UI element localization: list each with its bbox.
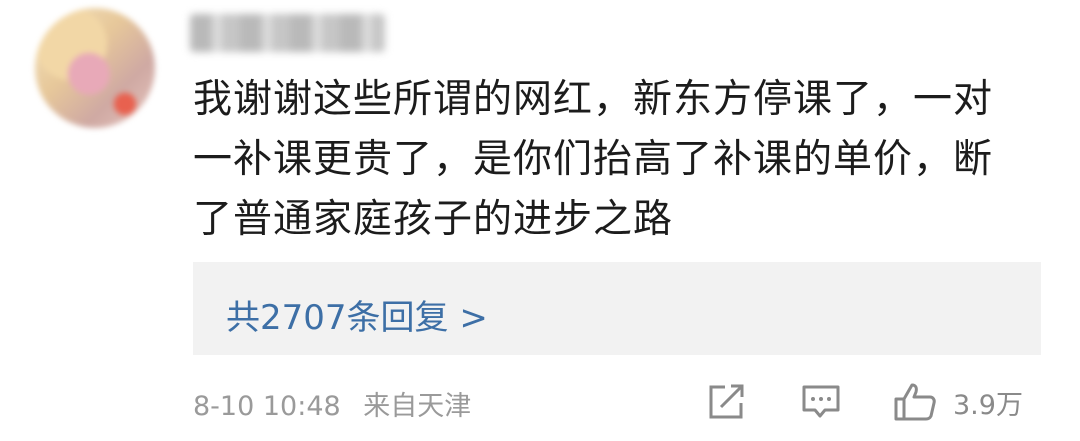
view-replies-link[interactable]: 共2707条回复 > <box>226 290 488 339</box>
like-count: 3.9万 <box>953 389 1023 421</box>
share-icon <box>709 384 744 419</box>
comment-icon <box>802 385 840 418</box>
comment-item: 我谢谢这些所谓的网红，新东方停课了，一对 一补课更贵了，是你们抬高了补课的单价，… <box>0 0 1080 441</box>
comment-text: 我谢谢这些所谓的网红，新东方停课了，一对 一补课更贵了，是你们抬高了补课的单价，… <box>193 70 1053 250</box>
like-button[interactable]: 3.9万 <box>893 382 1023 422</box>
reply-button[interactable] <box>801 382 841 422</box>
comment-date: 8-10 10:48 <box>193 391 341 422</box>
comment-line: 了普通家庭孩子的进步之路 <box>193 197 674 242</box>
comment-line: 我谢谢这些所谓的网红，新东方停课了，一对 <box>193 77 994 122</box>
comment-location: 来自天津 <box>363 391 472 422</box>
replies-box[interactable]: 共2707条回复 > <box>193 262 1041 355</box>
avatar[interactable] <box>35 8 155 128</box>
share-button[interactable] <box>707 382 747 422</box>
thumbs-up-icon <box>894 383 936 421</box>
comment-line: 一补课更贵了，是你们抬高了补课的单价，断 <box>193 137 994 182</box>
username-blurred[interactable] <box>190 14 385 52</box>
comment-meta: 8-10 10:48 来自天津 <box>193 384 471 423</box>
